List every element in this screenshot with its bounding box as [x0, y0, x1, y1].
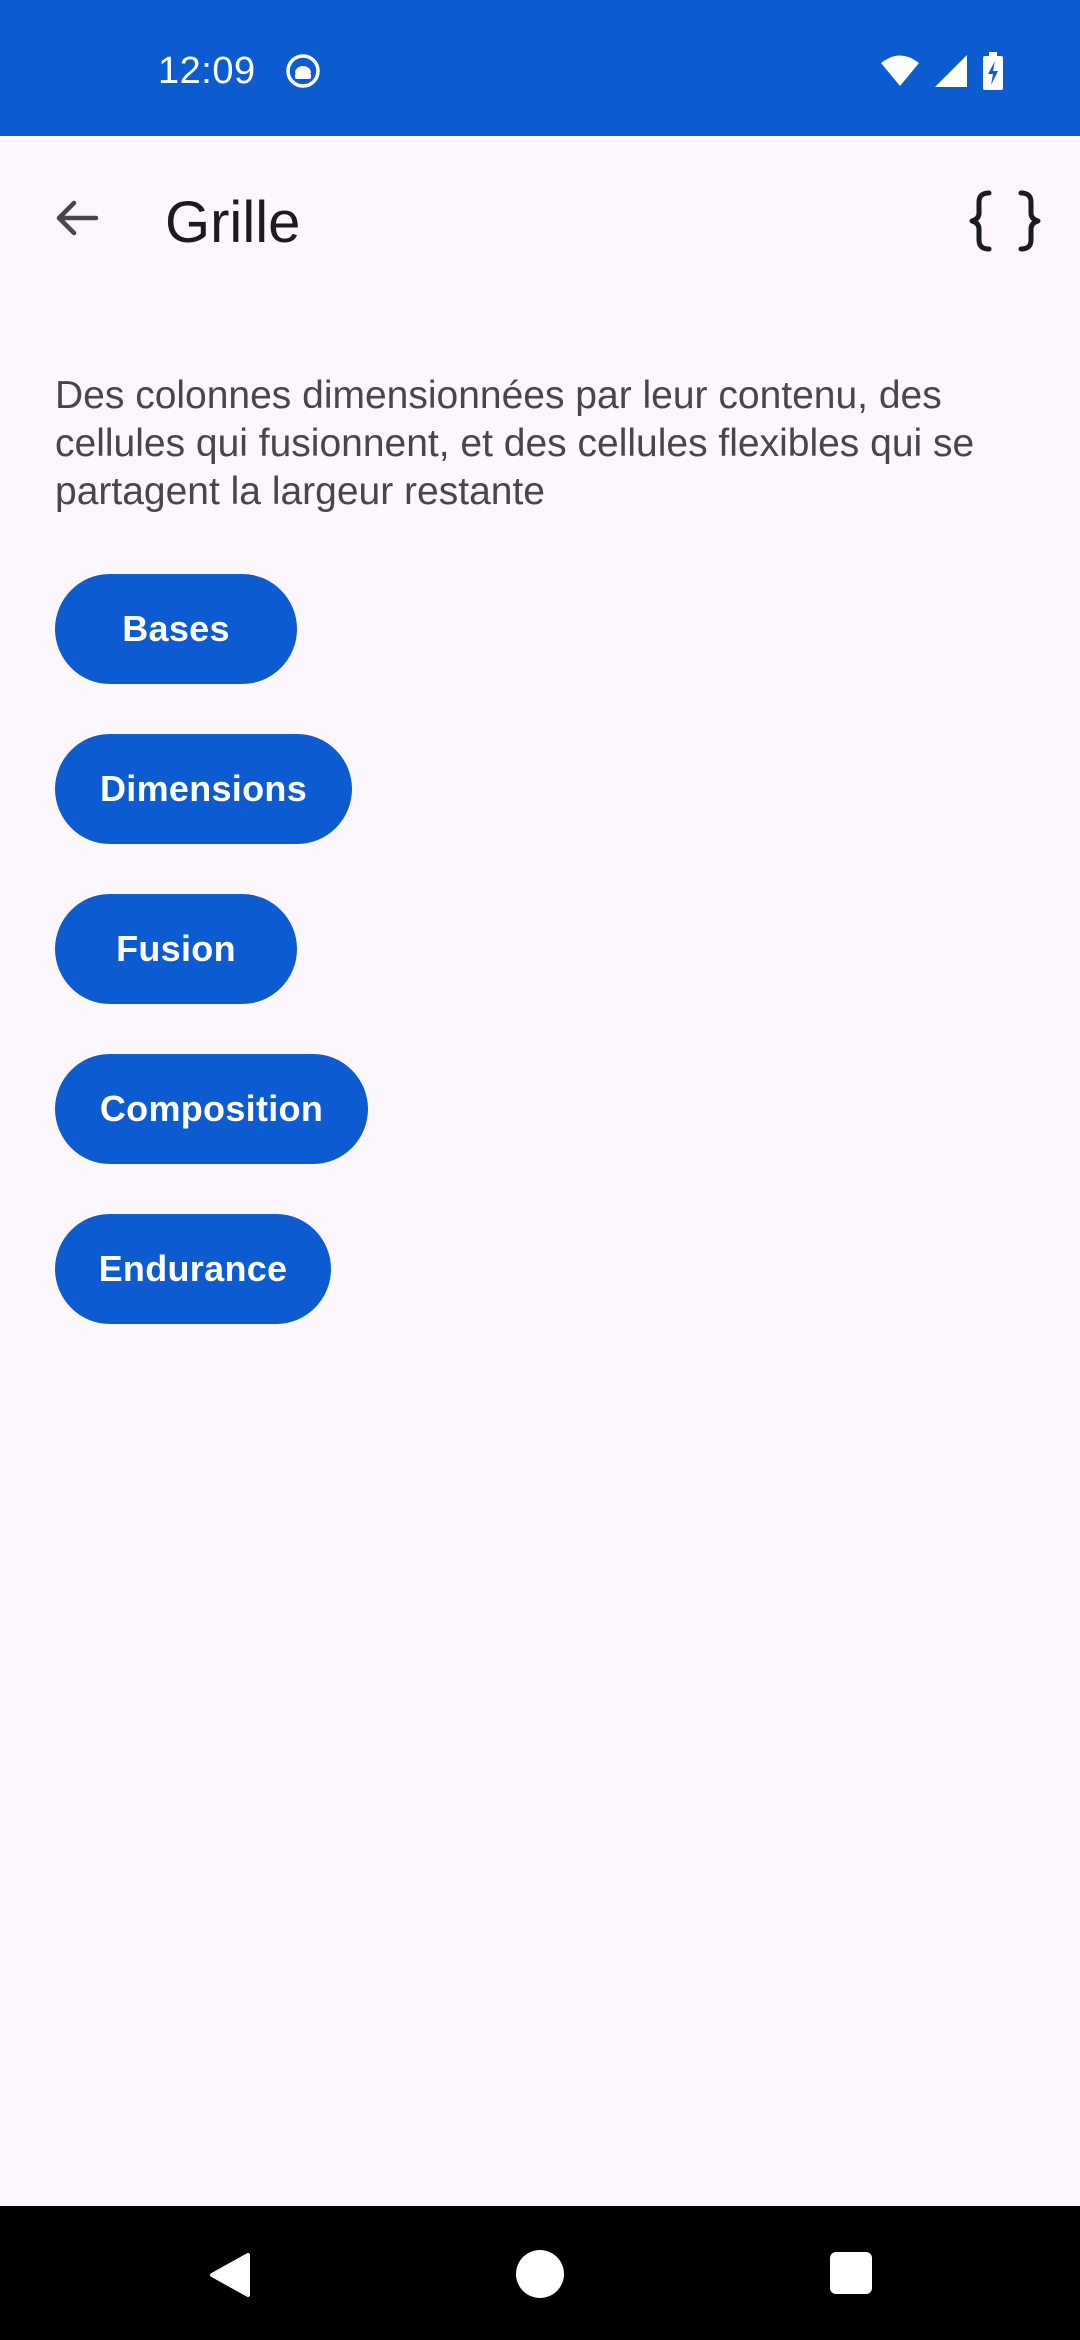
nav-home-icon[interactable] — [516, 2250, 564, 2298]
system-navigation-bar — [0, 2206, 1080, 2340]
status-time: 12:09 — [158, 50, 256, 92]
nav-back-icon[interactable] — [204, 2250, 254, 2300]
description-text: Des colonnes dimensionnées par leur cont… — [55, 374, 975, 513]
endurance-button[interactable]: Endurance — [55, 1214, 331, 1324]
notification-app-icon — [286, 54, 320, 88]
bases-button[interactable]: Bases — [55, 574, 297, 684]
cellular-signal-icon — [935, 55, 967, 87]
back-button[interactable] — [40, 182, 112, 254]
status-icons — [880, 52, 1004, 90]
top-app-bar: Grille — [0, 136, 1080, 316]
nav-recents-icon[interactable] — [830, 2252, 872, 2294]
composition-button[interactable]: Composition — [55, 1054, 368, 1164]
status-bar: 12:09 — [0, 0, 1080, 136]
dimensions-button[interactable]: Dimensions — [55, 734, 352, 844]
source-code-button[interactable] — [960, 176, 1050, 266]
code-braces-icon — [969, 190, 1041, 252]
fusion-button[interactable]: Fusion — [55, 894, 297, 1004]
wifi-icon — [881, 55, 919, 86]
battery-charging-icon — [983, 52, 1003, 90]
page-title: Grille — [165, 190, 301, 255]
demo-button-list: Bases Dimensions Fusion Composition Endu… — [55, 574, 368, 1324]
arrow-back-icon — [56, 200, 99, 236]
